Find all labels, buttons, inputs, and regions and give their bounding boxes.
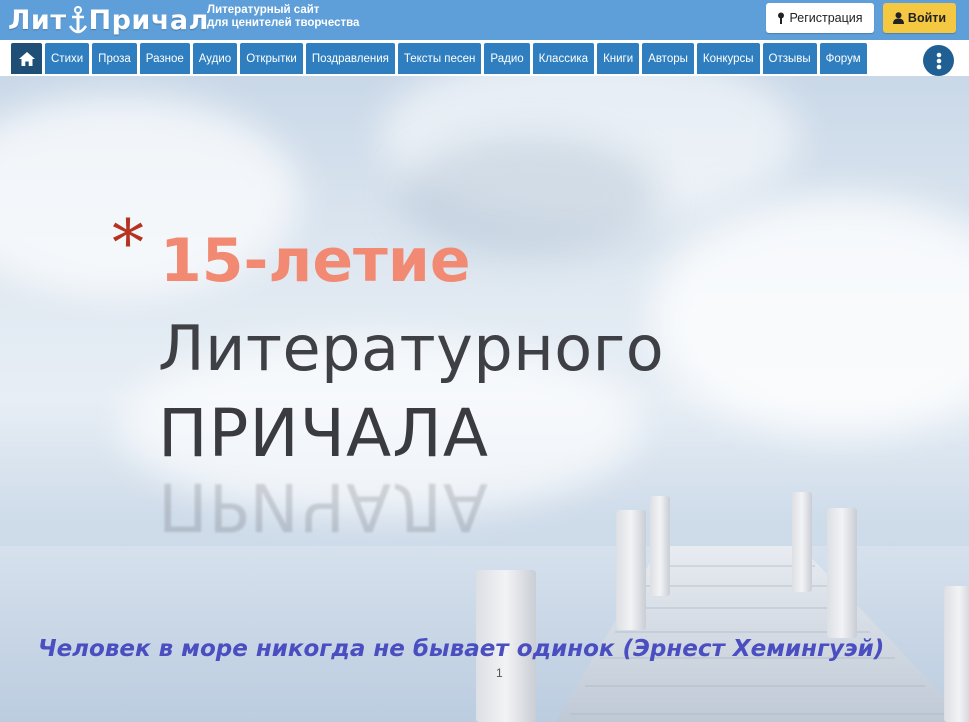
login-button[interactable]: Войти <box>883 3 956 33</box>
tagline-line-2: для ценителей творчества <box>207 17 360 29</box>
nav-item-greetings[interactable]: Поздравления <box>305 43 395 74</box>
nav-item-books[interactable]: Книги <box>597 43 640 74</box>
login-label: Войти <box>907 11 947 25</box>
nav-item-cards[interactable]: Открытки <box>240 43 303 74</box>
nav-item-home[interactable] <box>11 43 42 74</box>
nav-item-authors[interactable]: Авторы <box>642 43 694 74</box>
tagline-line-1: Литературный сайт <box>207 4 320 16</box>
register-label: Регистрация <box>789 11 863 25</box>
user-icon <box>892 12 904 24</box>
anchor-icon <box>68 5 88 35</box>
nav-items: Стихи Проза Разное Аудио Открытки Поздра… <box>11 43 867 74</box>
nav-item-prose[interactable]: Проза <box>92 43 137 74</box>
site-tagline: Литературный сайт для ценителей творчест… <box>207 4 359 30</box>
slide-page-number: 1 <box>496 666 503 680</box>
nav-item-misc[interactable]: Разное <box>139 43 190 74</box>
pier-post <box>792 492 812 592</box>
nav-item-contests[interactable]: Конкурсы <box>696 43 760 74</box>
key-icon <box>778 12 785 24</box>
register-button[interactable]: Регистрация <box>766 3 874 33</box>
logo-text-right: Причал <box>88 4 209 36</box>
title-line-2: Литературного <box>158 312 665 385</box>
more-menu-button[interactable] <box>923 45 954 76</box>
nav-item-lyrics[interactable]: Тексты песен <box>397 43 482 74</box>
site-logo[interactable]: Лит Причал <box>8 2 209 38</box>
nav-item-reviews[interactable]: Отзывы <box>762 43 817 74</box>
vertical-dots-icon <box>936 52 941 69</box>
nav-item-audio[interactable]: Аудио <box>192 43 238 74</box>
nav-item-poems[interactable]: Стихи <box>45 43 90 74</box>
nav-item-forum[interactable]: Форум <box>819 43 867 74</box>
nav-item-classics[interactable]: Классика <box>532 43 595 74</box>
bullet-asterisk: * <box>112 207 144 281</box>
nav-item-radio[interactable]: Радио <box>484 43 530 74</box>
title-line-3-reflection: ПРИЧАЛА <box>158 468 489 545</box>
title-line-1: 15-летие <box>160 226 471 296</box>
logo-text-left: Лит <box>8 4 67 36</box>
pier-post <box>650 496 670 596</box>
home-icon <box>18 51 35 66</box>
hero-slide: * 15-летие Литературного ПРИЧАЛА ПРИЧАЛА… <box>0 76 969 722</box>
site-header: Лит Причал Литературный сайт для ценител… <box>0 0 969 40</box>
quote-text: Человек в море никогда не бывает одинок … <box>38 636 885 662</box>
pier-post <box>944 586 969 722</box>
title-line-3: ПРИЧАЛА <box>158 395 489 472</box>
main-nav: Стихи Проза Разное Аудио Открытки Поздра… <box>0 40 969 76</box>
pier-post <box>616 510 646 630</box>
pier-post <box>827 508 857 638</box>
